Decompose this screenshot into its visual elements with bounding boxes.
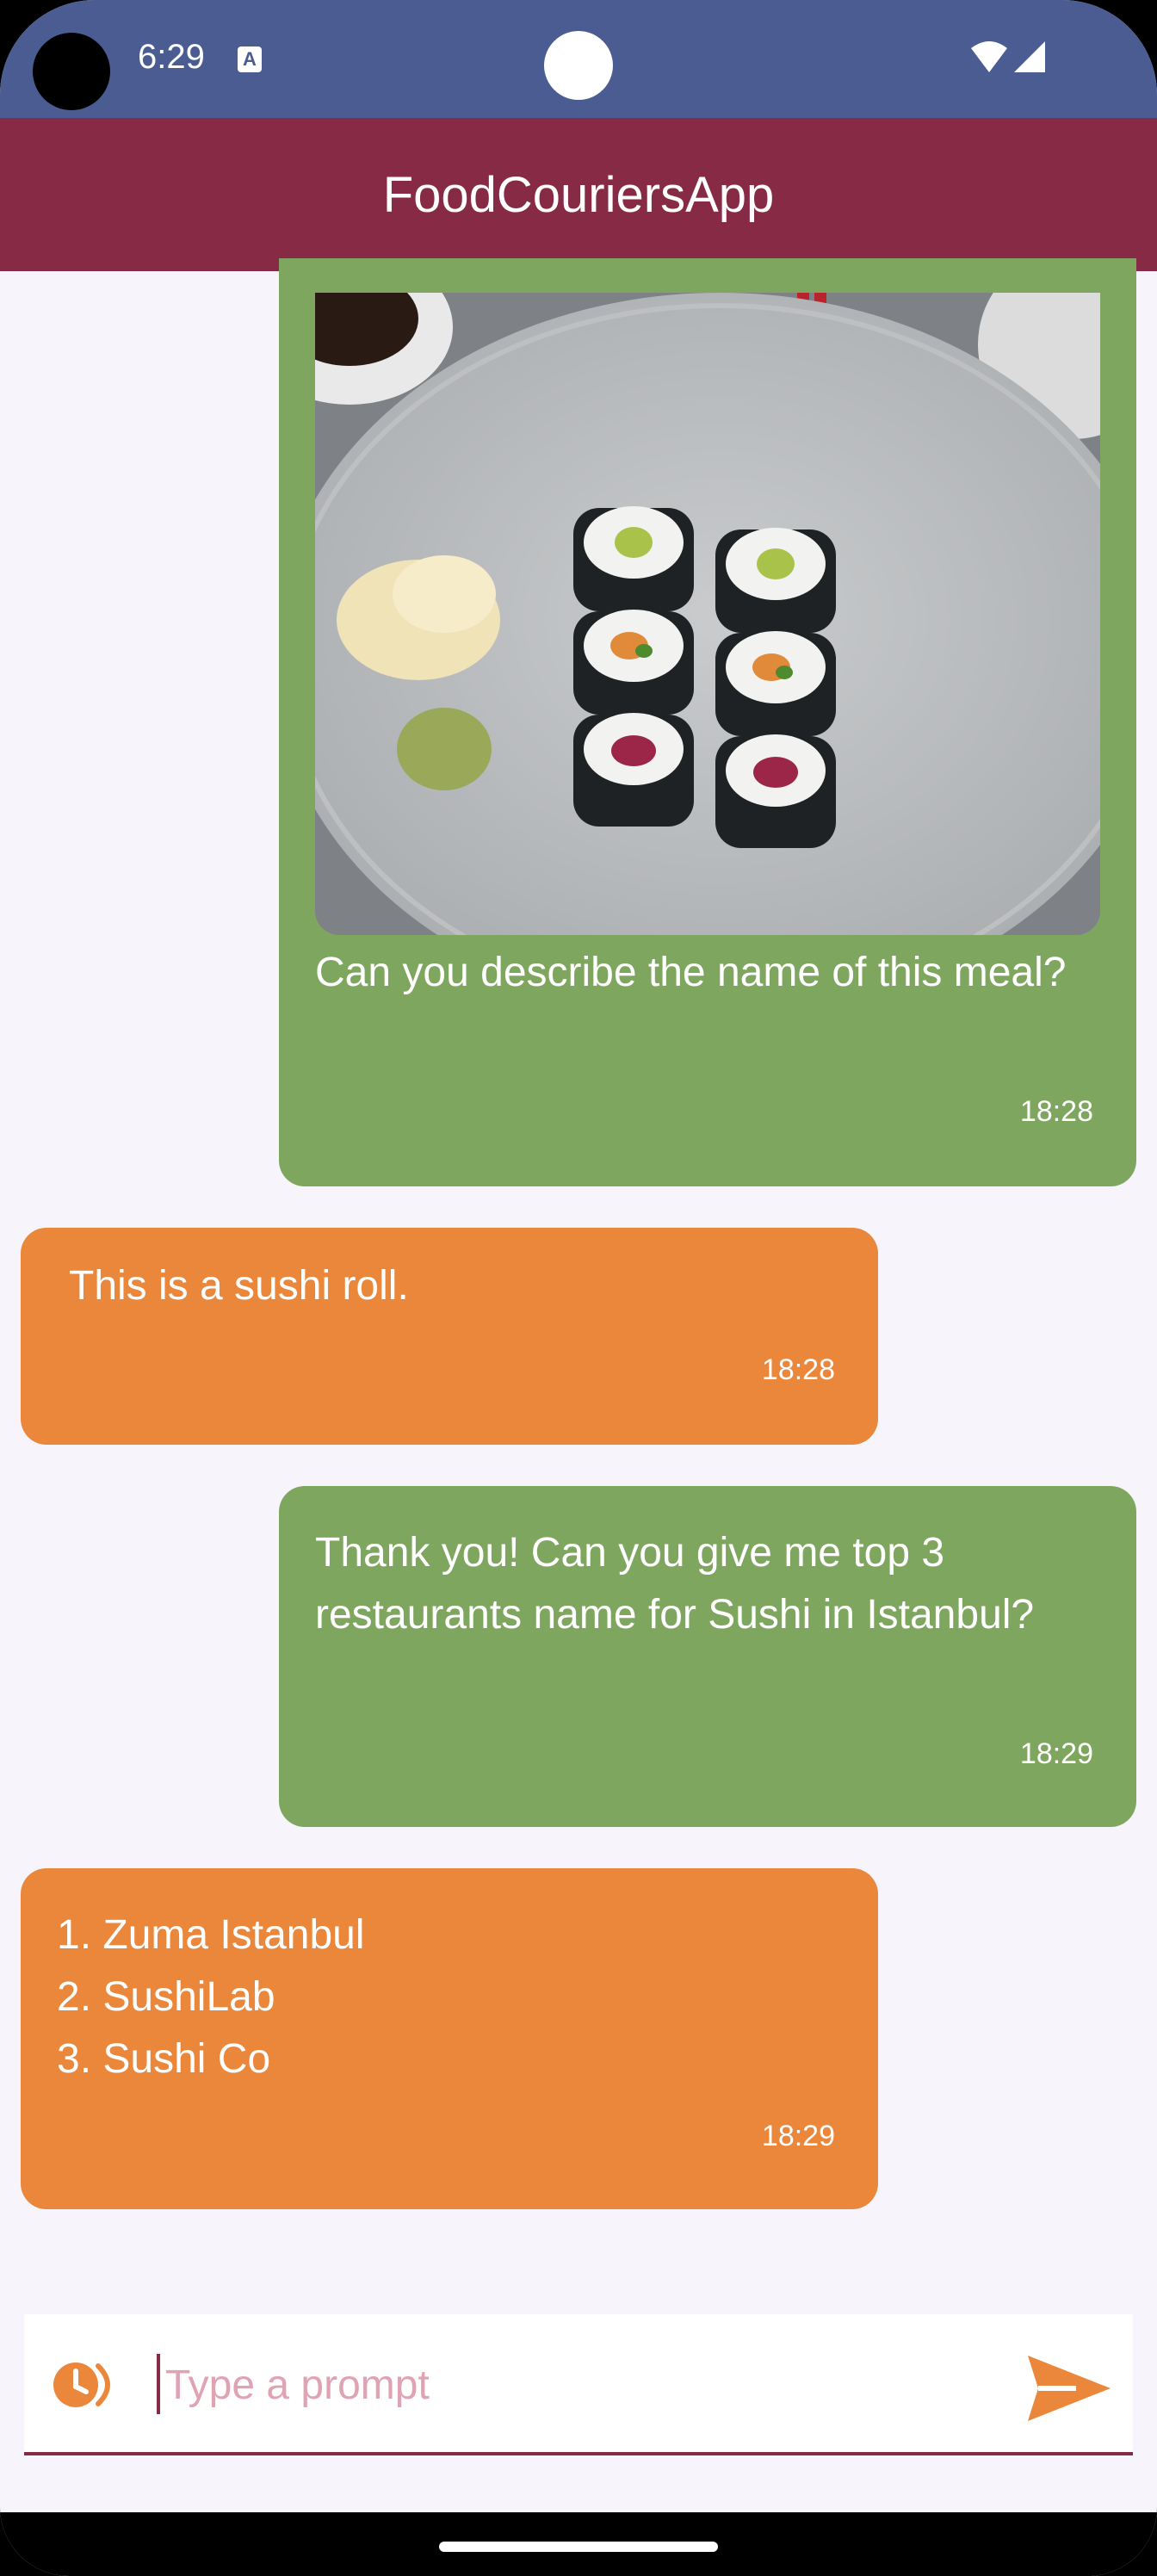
prompt-bar — [24, 2314, 1133, 2455]
bot-message-bubble: 1. Zuma Istanbul 2. SushiLab 3. Sushi Co… — [21, 1868, 878, 2209]
bot-message-text: This is a sushi roll. — [69, 1263, 409, 1309]
camera-cutout — [33, 33, 110, 110]
status-bar: 6:29 A — [0, 0, 1157, 118]
a-letter-icon: A — [238, 46, 262, 72]
wifi-icon — [971, 41, 1007, 72]
message-time: 18:28 — [1019, 1095, 1093, 1128]
app-bar: FoodCouriersApp — [0, 118, 1157, 271]
bot-message-text: 1. Zuma Istanbul 2. SushiLab 3. Sushi Co — [57, 1912, 365, 2082]
signal-icon — [1014, 41, 1045, 72]
message-time: 18:28 — [761, 1353, 835, 1386]
status-time: 6:29 — [138, 38, 205, 76]
status-dot-icon — [544, 31, 613, 100]
phone-screen: 6:29 A FoodCouriersApp Can you describe … — [0, 0, 1157, 2576]
app-title: FoodCouriersApp — [382, 166, 775, 223]
home-gesture-pill[interactable] — [439, 2542, 718, 2552]
sushi-roll-photo[interactable] — [315, 293, 1100, 935]
prompt-input[interactable] — [164, 2345, 1011, 2424]
user-message-text: Can you describe the name of this meal? — [315, 950, 1067, 995]
message-time: 18:29 — [1019, 1737, 1093, 1770]
bot-message-bubble: This is a sushi roll. 18:28 — [21, 1228, 878, 1445]
message-time: 18:29 — [761, 2120, 835, 2152]
navigation-bar — [0, 2512, 1157, 2576]
user-message-bubble: Thank you! Can you give me top 3 restaur… — [279, 1486, 1136, 1827]
history-icon[interactable] — [50, 2357, 117, 2412]
user-message-text: Thank you! Can you give me top 3 restaur… — [315, 1530, 1035, 1638]
send-icon[interactable] — [1024, 2352, 1114, 2424]
text-caret — [157, 2354, 160, 2414]
